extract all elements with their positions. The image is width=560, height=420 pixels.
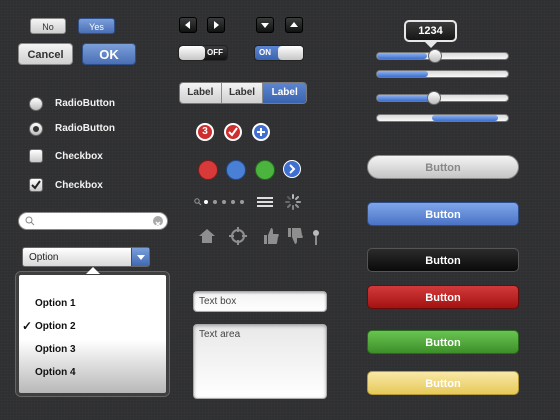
count-badge: 3	[196, 123, 214, 141]
slider-3[interactable]	[376, 94, 509, 102]
checkmark-badge[interactable]	[224, 123, 242, 141]
crosshair-icon[interactable]	[229, 227, 247, 245]
button-green[interactable]: Button	[367, 330, 519, 354]
check-icon	[31, 180, 41, 190]
chevron-down-icon	[137, 255, 145, 260]
spinner-icon	[285, 194, 301, 210]
check-mark-icon: ✓	[22, 319, 33, 333]
tooltip-pointer	[425, 42, 437, 48]
dropdown-value: Option	[29, 252, 59, 263]
button-grey-pill[interactable]: Button	[367, 155, 519, 179]
checkbox-label: Checkbox	[55, 151, 103, 162]
button-yellow[interactable]: Button	[367, 371, 519, 395]
down-arrow-button[interactable]	[256, 17, 274, 33]
plus-icon	[257, 128, 265, 136]
search-small-icon	[194, 198, 202, 206]
menu-item-option-1[interactable]: Option 1	[19, 292, 167, 315]
radio-selected[interactable]	[29, 122, 43, 136]
slider-3-knob[interactable]	[427, 91, 441, 105]
cancel-button[interactable]: Cancel	[18, 43, 73, 65]
ok-button[interactable]: OK	[82, 43, 136, 65]
slider-tooltip: 1234	[404, 20, 457, 42]
dropdown-select[interactable]: Option	[22, 247, 150, 267]
pin-icon[interactable]	[312, 230, 320, 246]
page-dot[interactable]	[213, 200, 217, 204]
thumbs-up-icon[interactable]	[263, 227, 279, 245]
list-icon[interactable]	[257, 196, 273, 208]
text-box[interactable]: Text box	[193, 291, 327, 312]
yes-button[interactable]: Yes	[78, 18, 115, 34]
blue-dot[interactable]	[226, 160, 246, 180]
radio-label: RadioButton	[55, 123, 115, 134]
arrow-left-icon	[185, 21, 190, 29]
toggle-knob	[179, 46, 205, 60]
thumbs-down-icon[interactable]	[287, 227, 303, 245]
next-arrow-button[interactable]	[207, 17, 225, 33]
radio-unselected[interactable]	[29, 97, 43, 111]
dropdown-toggle[interactable]	[131, 248, 149, 266]
segmented-control: Label Label Label	[179, 82, 307, 104]
button-blue[interactable]: Button	[367, 202, 519, 226]
green-dot[interactable]	[255, 160, 275, 180]
radio-label: RadioButton	[55, 98, 115, 109]
segment-1[interactable]: Label	[180, 83, 222, 103]
slider-4[interactable]	[376, 114, 509, 122]
slider-1[interactable]	[376, 52, 509, 60]
page-dot[interactable]	[222, 200, 226, 204]
checkbox-unchecked[interactable]	[29, 149, 43, 163]
toggle-knob	[278, 46, 303, 60]
search-icon	[25, 216, 35, 226]
checkbox-label: Checkbox	[55, 180, 103, 191]
segment-3-selected[interactable]: Label	[263, 83, 306, 103]
arrow-up-icon	[290, 22, 298, 27]
checkbox-checked[interactable]	[29, 178, 43, 192]
up-arrow-button[interactable]	[285, 17, 303, 33]
radio-dot	[33, 126, 39, 132]
toggle-off-label: OFF	[207, 48, 223, 57]
text-area-placeholder: Text area	[199, 329, 241, 340]
slider-fill	[377, 95, 431, 101]
menu-pointer	[86, 267, 100, 274]
chevron-right-icon	[289, 164, 296, 174]
red-dot[interactable]	[198, 160, 218, 180]
add-badge[interactable]	[252, 123, 270, 141]
menu-item-option-2[interactable]: Option 2	[19, 315, 167, 338]
no-button[interactable]: No	[30, 18, 66, 34]
toggle-on[interactable]: ON	[254, 45, 304, 61]
chevron-circle-button[interactable]	[283, 160, 301, 178]
menu-item-option-4[interactable]: Option 4	[19, 361, 167, 384]
home-icon[interactable]	[198, 228, 216, 244]
page-dot[interactable]	[231, 200, 235, 204]
search-input[interactable]	[18, 212, 168, 230]
menu-item-option-3[interactable]: Option 3	[19, 338, 167, 361]
check-icon	[228, 127, 238, 137]
slider-fill	[377, 71, 428, 77]
page-dot[interactable]	[240, 200, 244, 204]
arrow-down-icon	[261, 23, 269, 28]
arrow-right-icon	[214, 21, 219, 29]
dropdown-menu: Option 1 Option 2 ✓ Option 3 Option 4	[16, 267, 169, 396]
prev-arrow-button[interactable]	[179, 17, 197, 33]
close-icon	[155, 221, 161, 227]
slider-2[interactable]	[376, 70, 509, 78]
button-black[interactable]: Button	[367, 248, 519, 272]
toggle-off[interactable]: OFF	[178, 45, 228, 61]
slider-1-knob[interactable]	[428, 49, 442, 63]
slider-fill	[377, 53, 427, 59]
button-red[interactable]: Button	[367, 285, 519, 309]
page-dot-active[interactable]	[204, 200, 208, 204]
clear-search-button[interactable]	[153, 216, 163, 227]
segment-2[interactable]: Label	[221, 83, 264, 103]
text-box-placeholder: Text box	[199, 296, 237, 307]
toggle-on-label: ON	[259, 48, 271, 57]
text-area[interactable]: Text area	[193, 324, 327, 399]
slider-fill	[432, 115, 498, 121]
